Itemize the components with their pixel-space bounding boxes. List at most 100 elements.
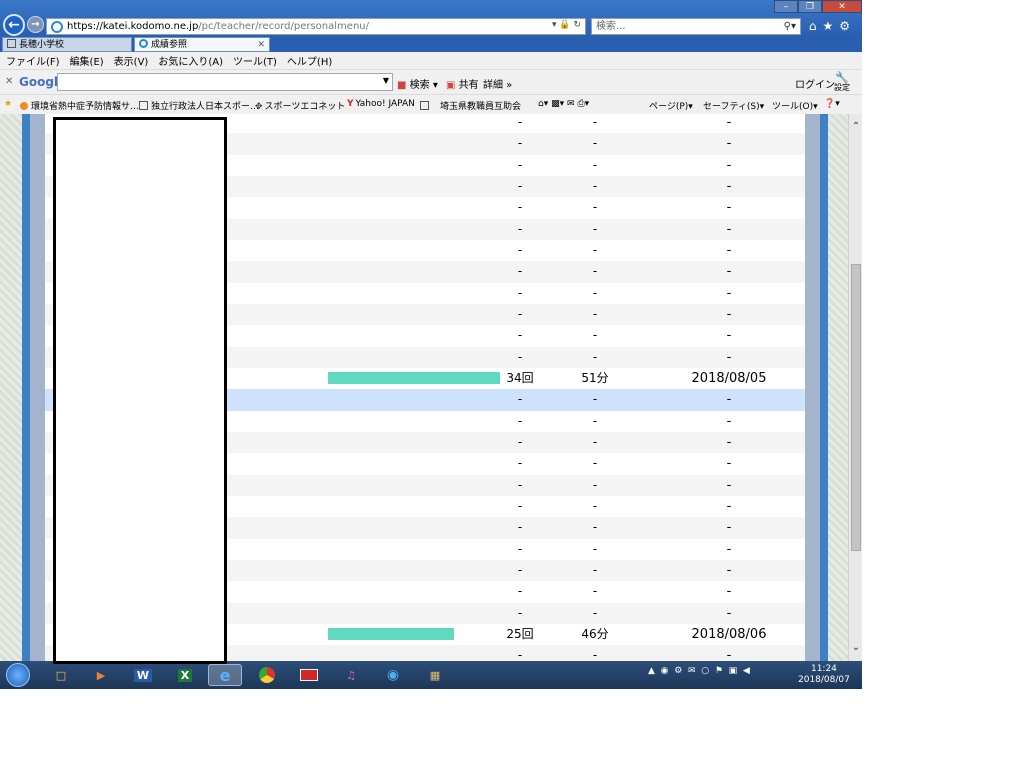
favorite-item-yahoo[interactable]: Y Yahoo! JAPAN — [347, 99, 415, 109]
menu-view[interactable]: 表示(V) — [114, 53, 149, 68]
minutes-cell: 46分 — [581, 626, 609, 641]
search-placeholder: 検索... — [596, 21, 626, 32]
date-cell: - — [726, 477, 732, 493]
minutes-cell: - — [592, 221, 598, 236]
favorite-item-sports-econet[interactable]: ✥ スポーツエコネット — [255, 99, 345, 112]
favorites-star-icon[interactable]: ★ — [4, 99, 12, 109]
date-cell: - — [726, 328, 732, 344]
internet-explorer-icon[interactable]: e — [208, 664, 242, 686]
date-cell: 2018/08/05 — [691, 370, 767, 386]
share-icon: ▣ — [446, 80, 456, 91]
date-cell: - — [726, 221, 732, 237]
home-icon[interactable]: ⌂▾ — [538, 99, 548, 109]
date-cell: - — [726, 413, 732, 429]
times-cell: - — [517, 200, 523, 215]
times-cell: - — [517, 285, 523, 300]
chrome-icon[interactable] — [250, 664, 284, 686]
google-login-button[interactable]: ログイン — [795, 76, 835, 91]
command-page-label: ページ(P) — [649, 102, 689, 112]
favorite-item-teachers-mutual-aid[interactable]: 埼玉県教職員互助会 — [420, 99, 521, 112]
page-frame-right — [820, 114, 828, 661]
times-cell: - — [517, 520, 523, 535]
address-bar[interactable]: https://katei.kodomo.ne.jp/pc/teacher/re… — [46, 18, 586, 35]
home-icon[interactable]: ⌂ — [809, 19, 823, 33]
excel-icon[interactable]: X — [168, 664, 202, 686]
times-cell: - — [517, 648, 523, 661]
minutes-cell: - — [592, 285, 598, 300]
itunes-icon[interactable]: ♫ — [334, 664, 368, 686]
scroll-up-icon[interactable]: ⌃ — [849, 120, 862, 134]
times-cell: - — [517, 349, 523, 364]
times-cell: - — [517, 498, 523, 513]
explorer-icon[interactable]: □ — [44, 664, 78, 686]
command-safety-menu[interactable]: セーフティ(S)▾ — [703, 99, 764, 112]
favorite-item-heatstroke[interactable]: 環境省熱中症予防情報サ… — [20, 99, 139, 112]
minutes-cell: - — [592, 306, 598, 321]
google-share-button[interactable]: ▣ 共有 — [446, 76, 479, 91]
close-button[interactable]: ✕ — [822, 0, 862, 13]
minutes-cell: - — [592, 477, 598, 492]
tab-grade-view[interactable]: 成績参照 ✕ — [134, 37, 270, 52]
minimize-button[interactable]: – — [774, 0, 798, 13]
google-search-input[interactable]: ▼ — [57, 73, 393, 91]
word-icon[interactable]: W — [126, 664, 160, 686]
page-frame-left-inner — [30, 114, 45, 661]
date-cell: - — [726, 349, 732, 365]
google-settings-button[interactable]: 🔧 設定 — [834, 72, 850, 92]
minutes-cell: - — [592, 413, 598, 428]
minutes-cell: - — [592, 434, 598, 449]
help-icon[interactable]: ❓▾ — [824, 99, 840, 109]
forward-button[interactable]: → — [27, 16, 44, 33]
minutes-cell: - — [592, 157, 598, 172]
menu-help[interactable]: ヘルプ(H) — [287, 53, 332, 68]
tab-close-icon[interactable]: ✕ — [257, 38, 265, 52]
menu-tools[interactable]: ツール(T) — [233, 53, 277, 68]
restore-button[interactable]: ❐ — [798, 0, 822, 13]
print-icon[interactable]: ⎙▾ — [577, 99, 589, 109]
google-more-button[interactable]: 詳細 » — [483, 76, 512, 91]
search-icon[interactable]: ⚲▾ — [784, 19, 796, 34]
url-host: https://katei.kodomo.ne.jp — [67, 21, 199, 32]
tab-label: 長穂小学校 — [19, 40, 65, 50]
rss-icon[interactable]: ▩▾ — [551, 99, 564, 109]
command-tools-menu[interactable]: ツール(O)▾ — [772, 99, 818, 112]
menu-favorites[interactable]: お気に入り(A) — [158, 53, 223, 68]
vertical-scrollbar[interactable]: ⌃ ⌄ — [848, 114, 862, 661]
favorite-label: 埼玉県教職員互助会 — [440, 102, 522, 112]
browser-window: ← → https://katei.kodomo.ne.jp/pc/teache… — [0, 0, 862, 689]
menu-edit[interactable]: 編集(E) — [70, 53, 104, 68]
picture-viewer-icon[interactable]: ▦ — [418, 664, 452, 686]
search-input[interactable]: 検索... ⚲▾ — [591, 18, 801, 35]
start-button[interactable] — [6, 663, 30, 687]
times-cell: - — [517, 178, 523, 193]
favorites-star-icon[interactable]: ★ — [822, 19, 839, 33]
minutes-cell: 51分 — [581, 370, 609, 385]
command-tools-label: ツール(O) — [772, 102, 814, 112]
command-page-menu[interactable]: ページ(P)▾ — [649, 99, 693, 112]
minutes-cell: - — [592, 349, 598, 364]
tab-school[interactable]: 長穂小学校 — [2, 37, 132, 52]
page-frame-left — [22, 114, 30, 661]
menu-file[interactable]: ファイル(F) — [6, 53, 60, 68]
back-button[interactable]: ← — [3, 14, 25, 36]
address-tools-icons[interactable]: ▾ 🔒 ↻ — [552, 20, 581, 30]
media-player-icon[interactable]: ▶ — [84, 664, 118, 686]
times-cell: - — [517, 221, 523, 236]
gear-icon[interactable]: ⚙ — [839, 19, 856, 33]
app-icon[interactable] — [292, 664, 326, 686]
browser-icon[interactable]: ◉ — [376, 664, 410, 686]
favorite-item-sport-council[interactable]: 独立行政法人日本スポー… — [139, 99, 259, 112]
ie-icon — [51, 20, 63, 33]
google-search-button[interactable]: ■ 検索 ▾ — [397, 76, 438, 91]
scroll-down-icon[interactable]: ⌄ — [849, 641, 862, 655]
scrollbar-thumb[interactable] — [851, 264, 861, 551]
chevron-down-icon[interactable]: ▼ — [383, 76, 389, 85]
mail-icon[interactable]: ✉ — [567, 99, 575, 109]
minutes-cell: - — [592, 392, 598, 407]
times-cell: - — [517, 157, 523, 172]
system-tray-icons[interactable]: ▲ ◉ ⚙ ✉ ○ ⚑ ▣ ◀ — [648, 666, 750, 676]
times-cell: - — [517, 477, 523, 492]
times-cell: 25回 — [506, 626, 534, 641]
toolbar-close-icon[interactable]: ✕ — [5, 76, 13, 87]
taskbar-clock[interactable]: 11:24 2018/08/07 — [798, 664, 850, 686]
